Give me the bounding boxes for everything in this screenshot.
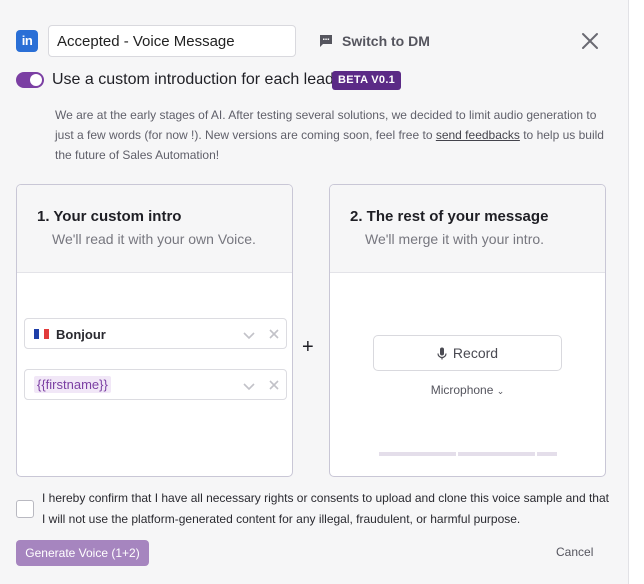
custom-intro-label: Use a custom introduction for each lead (52, 71, 334, 88)
france-flag-icon (34, 329, 49, 339)
chat-icon (320, 35, 332, 47)
plus-sign: + (302, 336, 314, 358)
info-paragraph: We are at the early stages of AI. After … (55, 105, 610, 165)
rest-of-message-subtitle: We'll merge it with your intro. (365, 231, 545, 247)
close-icon[interactable] (580, 31, 600, 51)
custom-intro-toggle[interactable] (16, 72, 44, 88)
cancel-button[interactable]: Cancel (556, 545, 593, 559)
beta-badge: BETA V0.1 (332, 71, 402, 90)
switch-to-dm-button[interactable]: Switch to DM (318, 33, 430, 49)
custom-intro-card: 1. Your custom intro We'll read it with … (16, 184, 293, 477)
consent-text: I hereby confirm that I have all necessa… (42, 491, 609, 526)
generate-voice-button[interactable]: Generate Voice (1+2) (16, 540, 149, 566)
chevron-down-icon: ⌄ (496, 386, 505, 396)
clear-icon[interactable] (268, 379, 280, 391)
send-feedbacks-link[interactable]: send feedbacks (436, 128, 520, 142)
linkedin-icon: in (16, 30, 38, 52)
firstname-variable-chip: {{firstname}} (34, 376, 111, 393)
record-label: Record (452, 345, 499, 361)
microphone-icon (437, 347, 447, 359)
record-button[interactable]: Record (373, 335, 562, 371)
chevron-down-icon[interactable] (242, 328, 256, 342)
custom-intro-title: 1. Your custom intro (37, 208, 182, 225)
custom-intro-card-header: 1. Your custom intro We'll read it with … (17, 185, 292, 273)
toggle-knob (30, 74, 42, 86)
microphone-select[interactable]: Microphone ⌄ (330, 383, 605, 397)
custom-intro-subtitle: We'll read it with your own Voice. (52, 231, 256, 247)
meter-segment (379, 452, 456, 456)
consent-checkbox[interactable] (16, 500, 34, 518)
background-page-edge (628, 0, 644, 584)
firstname-variable-select[interactable]: {{firstname}} (24, 369, 287, 400)
clear-icon[interactable] (268, 328, 280, 340)
rest-of-message-card-header: 2. The rest of your message We'll merge … (330, 185, 605, 273)
intro-word-select[interactable]: Bonjour (24, 318, 287, 349)
audio-level-meter (379, 452, 557, 456)
meter-segment (457, 452, 535, 456)
switch-to-dm-label: Switch to DM (342, 33, 430, 49)
meter-segment (536, 452, 557, 456)
microphone-label: Microphone (430, 383, 494, 397)
intro-word-value: Bonjour (56, 327, 106, 342)
chevron-down-icon[interactable] (242, 379, 256, 393)
step-title-input[interactable] (48, 25, 296, 57)
rest-of-message-title: 2. The rest of your message (350, 208, 549, 225)
voice-message-panel: in Switch to DM Use a custom introductio… (0, 0, 628, 584)
rest-of-message-card: 2. The rest of your message We'll merge … (329, 184, 606, 477)
